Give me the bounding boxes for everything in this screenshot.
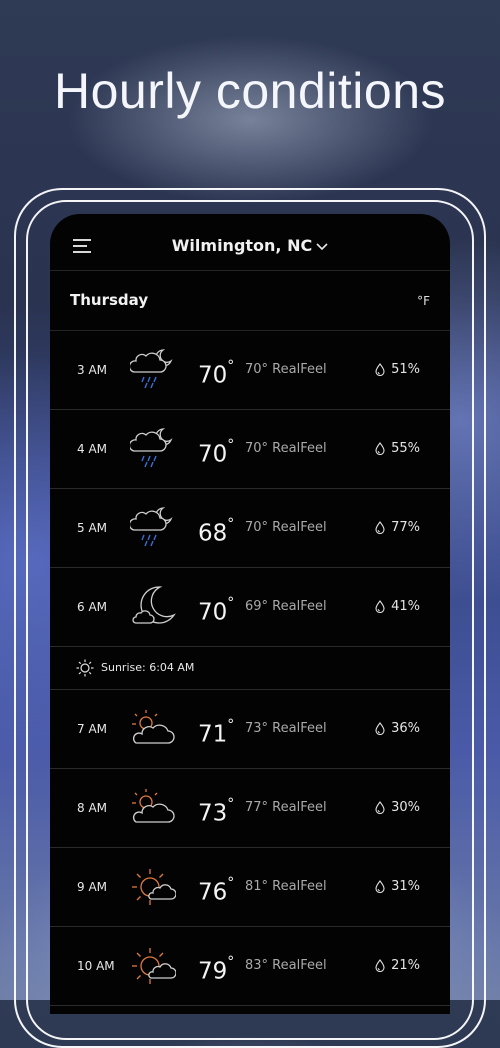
night-cloud-rain-icon <box>130 349 173 389</box>
precipitation-value: 31% <box>391 879 420 894</box>
precipitation-drop-icon <box>375 521 385 535</box>
hourly-list-before-sunrise: 3 AM 70° 70° RealFeel 51% 4 AM 70° 70° R… <box>50 331 450 647</box>
degree-symbol: ° <box>227 875 235 891</box>
hour-time: 6 AM <box>77 600 108 614</box>
hour-temperature: 70° <box>198 331 234 415</box>
hour-temperature: 79° <box>198 927 234 1011</box>
hourly-row[interactable]: 5 AM 68° 70° RealFeel 77% <box>50 489 450 568</box>
hour-temperature: 70° <box>198 568 234 652</box>
temperature-value: 70 <box>198 599 228 626</box>
hour-time: 10 AM <box>77 959 115 973</box>
sun-outline-icon <box>76 659 94 677</box>
hour-realfeel: 73° RealFeel <box>245 721 327 736</box>
hour-realfeel: 77° RealFeel <box>245 800 327 815</box>
day-header: Thursday °F <box>50 271 450 331</box>
chevron-down-icon <box>316 242 328 250</box>
hour-realfeel: 69° RealFeel <box>245 599 327 614</box>
hour-temperature: 73° <box>198 769 234 853</box>
hour-realfeel: 83° RealFeel <box>245 958 327 973</box>
hour-realfeel: 70° RealFeel <box>245 441 327 456</box>
app-header: Wilmington, NC <box>50 214 450 271</box>
unit-label: °F <box>417 294 430 308</box>
hour-time: 5 AM <box>77 521 108 535</box>
temperature-value: 73 <box>198 800 228 827</box>
moon-cloud-icon <box>132 586 176 624</box>
degree-symbol: ° <box>227 796 235 812</box>
degree-symbol: ° <box>227 516 235 532</box>
precipitation-value: 41% <box>391 599 420 614</box>
night-cloud-rain-icon <box>130 428 173 468</box>
degree-symbol: ° <box>227 595 235 611</box>
hour-time: 7 AM <box>77 722 108 736</box>
night-cloud-rain-icon <box>130 507 173 547</box>
hour-precipitation: 21% <box>375 927 420 1005</box>
hour-temperature: 70° <box>198 410 234 494</box>
precipitation-value: 21% <box>391 958 420 973</box>
hour-precipitation: 41% <box>375 568 420 646</box>
day-name: Thursday <box>70 291 149 309</box>
hour-precipitation: 36% <box>375 690 420 768</box>
temperature-value: 76 <box>198 879 228 906</box>
sun-cloud-icon <box>132 710 175 744</box>
hour-time: 3 AM <box>77 363 108 377</box>
precipitation-value: 77% <box>391 520 420 535</box>
hourly-row[interactable]: 8 AM 73° 77° RealFeel 30% <box>50 769 450 848</box>
temperature-value: 79 <box>198 958 228 985</box>
precipitation-drop-icon <box>375 801 385 815</box>
location-selector[interactable]: Wilmington, NC <box>50 236 450 255</box>
hour-precipitation: 30% <box>375 769 420 847</box>
sun-cloud-icon <box>132 789 175 823</box>
sunrise-row: Sunrise: 6:04 AM <box>50 647 450 690</box>
hour-realfeel: 81° RealFeel <box>245 879 327 894</box>
hour-precipitation: 55% <box>375 410 420 488</box>
hour-temperature: 68° <box>198 489 234 573</box>
temperature-value: 68 <box>198 520 228 547</box>
precipitation-value: 30% <box>391 800 420 815</box>
hour-precipitation: 31% <box>375 848 420 926</box>
temperature-value: 71 <box>198 721 228 748</box>
temperature-value: 70 <box>198 362 228 389</box>
precipitation-drop-icon <box>375 600 385 614</box>
degree-symbol: ° <box>227 437 235 453</box>
hour-time: 9 AM <box>77 880 108 894</box>
precipitation-drop-icon <box>375 442 385 456</box>
hourly-row[interactable]: 9 AM 76° 81° RealFeel 31% <box>50 848 450 927</box>
precipitation-drop-icon <box>375 959 385 973</box>
hourly-row[interactable]: 6 AM 70° 69° RealFeel 41% <box>50 568 450 647</box>
precipitation-value: 51% <box>391 362 420 377</box>
hour-temperature: 71° <box>198 690 234 774</box>
sunrise-text: Sunrise: 6:04 AM <box>101 661 195 674</box>
location-label: Wilmington, NC <box>171 236 313 255</box>
page-headline: Hourly conditions <box>53 63 447 119</box>
precipitation-drop-icon <box>375 363 385 377</box>
sun-behind-cloud-icon <box>132 869 176 905</box>
sun-behind-cloud-icon <box>132 948 176 984</box>
hour-realfeel: 70° RealFeel <box>245 520 327 535</box>
hour-time: 4 AM <box>77 442 108 456</box>
precipitation-drop-icon <box>375 722 385 736</box>
hourly-row[interactable]: 4 AM 70° 70° RealFeel 55% <box>50 410 450 489</box>
hourly-row[interactable]: 7 AM 71° 73° RealFeel 36% <box>50 690 450 769</box>
degree-symbol: ° <box>227 954 235 970</box>
hourly-row[interactable]: 3 AM 70° 70° RealFeel 51% <box>50 331 450 410</box>
hour-time: 8 AM <box>77 801 108 815</box>
precipitation-value: 36% <box>391 721 420 736</box>
hourly-row[interactable]: 10 AM 79° 83° RealFeel 21% <box>50 927 450 1006</box>
hour-temperature: 76° <box>198 848 234 932</box>
hour-realfeel: 70° RealFeel <box>245 362 327 377</box>
hour-precipitation: 77% <box>375 489 420 567</box>
hourly-list-after-sunrise: 7 AM 71° 73° RealFeel 36% 8 AM 73° 77° R… <box>50 690 450 1006</box>
hour-precipitation: 51% <box>375 331 420 409</box>
precipitation-value: 55% <box>391 441 420 456</box>
temperature-value: 70 <box>198 441 228 468</box>
precipitation-drop-icon <box>375 880 385 894</box>
degree-symbol: ° <box>227 358 235 374</box>
phone-screen: Wilmington, NC Thursday °F 3 AM 70° 70° … <box>50 214 450 1014</box>
degree-symbol: ° <box>227 717 235 733</box>
